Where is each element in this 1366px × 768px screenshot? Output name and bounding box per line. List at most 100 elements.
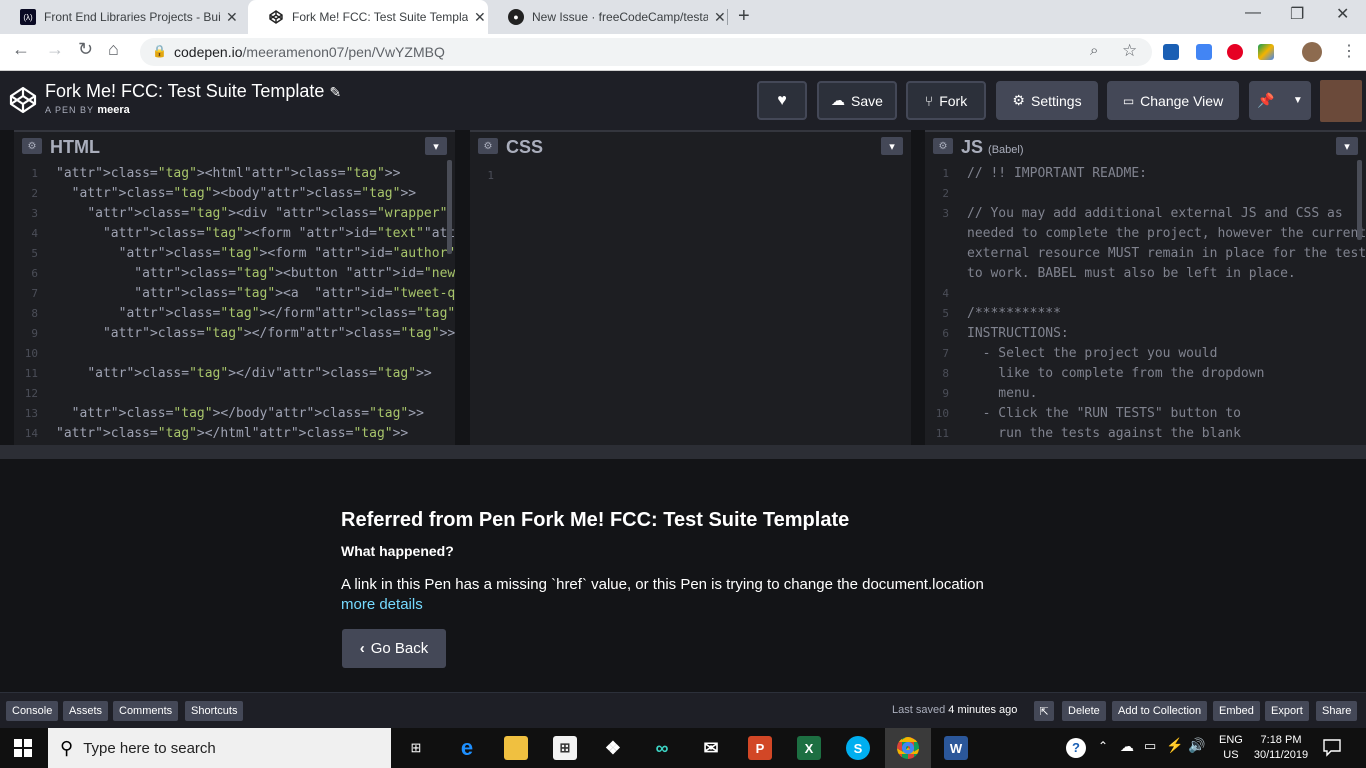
extension-translate-icon[interactable] — [1196, 44, 1212, 60]
google-drive-icon[interactable] — [1258, 44, 1274, 60]
codepen-logo[interactable] — [8, 85, 38, 115]
codepen-footer: Console Assets Comments Shortcuts Last s… — [0, 692, 1366, 728]
browser-tab-codepen[interactable]: Fork Me! FCC: Test Suite Templat ✕ — [248, 0, 488, 34]
browser-tab-github[interactable]: ● New Issue · freeCodeCamp/testal ✕ — [488, 0, 728, 34]
browser-tab-fcc[interactable]: (λ) Front End Libraries Projects - Buil … — [0, 0, 248, 34]
assets-button[interactable]: Assets — [63, 701, 109, 721]
go-back-button[interactable]: ‹ Go Back — [342, 629, 446, 668]
taskbar-search-box[interactable]: ⚲ Type here to search — [48, 728, 391, 768]
scrollbar[interactable] — [447, 160, 452, 254]
save-button[interactable]: ☁ Save — [817, 81, 897, 120]
close-tab-icon[interactable]: ✕ — [226, 9, 238, 26]
js-editor[interactable]: 1 // !! IMPORTANT README: 2 3 // You may add… — [925, 162, 1366, 445]
chrome-icon — [897, 737, 919, 759]
excel-icon[interactable]: X — [797, 736, 821, 760]
close-window-icon[interactable]: ✕ — [1336, 4, 1349, 24]
task-view-icon[interactable]: ⊞ — [404, 736, 428, 760]
chevron-up-icon[interactable]: ⌃ — [1098, 739, 1108, 753]
html-pane: ⚙ HTML ▾ 1 "attr">class="tag"><html"attr"… — [14, 130, 455, 445]
reload-icon[interactable]: ↻ — [78, 39, 93, 60]
mail-icon[interactable]: ✉ — [699, 736, 723, 760]
pinterest-icon[interactable] — [1227, 44, 1243, 60]
codepen-header: Fork Me! FCC: Test Suite Template ✎ A PE… — [0, 71, 1366, 130]
fork-button[interactable]: ⑂ Fork — [906, 81, 986, 120]
fcc-icon: (λ) — [20, 9, 36, 25]
line-number: 5 — [942, 307, 949, 320]
add-to-collection-button[interactable]: Add to Collection — [1112, 701, 1208, 721]
console-button[interactable]: Console — [6, 701, 59, 721]
scrollbar[interactable] — [1357, 160, 1362, 240]
network-icon[interactable]: ⚡ — [1166, 737, 1183, 754]
comments-button[interactable]: Comments — [113, 701, 179, 721]
home-icon[interactable]: ⌂ — [108, 39, 119, 60]
gear-icon[interactable]: ⚙ — [22, 138, 42, 154]
line-number: 4 — [31, 227, 38, 240]
chevron-down-icon[interactable]: ▾ — [425, 137, 447, 155]
battery-icon[interactable]: ▭ — [1144, 738, 1156, 754]
skype-icon[interactable]: S — [846, 736, 870, 760]
word-icon[interactable]: W — [944, 736, 968, 760]
codepen-icon — [268, 9, 284, 25]
file-explorer-icon[interactable] — [504, 736, 528, 760]
embed-button[interactable]: Embed — [1213, 701, 1260, 721]
line-number: 10 — [24, 347, 38, 360]
volume-icon[interactable]: 🔊 — [1188, 737, 1205, 754]
pin-icon: 📌 — [1257, 92, 1275, 108]
zoom-icon[interactable]: ⌕ — [1090, 42, 1098, 59]
browser-tab-strip: (λ) Front End Libraries Projects - Buil … — [0, 0, 1366, 34]
omnibox[interactable]: 🔒 codepen.io/meeramenon07/pen/VwYZMBQ ⌕ … — [140, 38, 1152, 66]
css-editor[interactable]: 1 — [470, 162, 911, 445]
store-icon[interactable]: ⊞ — [553, 736, 577, 760]
minimize-icon[interactable]: — — [1245, 4, 1261, 22]
pin-button[interactable]: 📌 ▼ — [1249, 81, 1311, 120]
bookmark-star-icon[interactable]: ☆ — [1122, 41, 1137, 61]
more-details-link[interactable]: more details — [341, 596, 423, 613]
code-line: "attr">class="tag"><a "attr">id="tweet-q… — [134, 286, 455, 301]
search-icon: ⚲ — [60, 737, 74, 758]
code-line: run the tests against the blank — [967, 426, 1241, 441]
clock[interactable]: 7:18 PM 30/11/2019 — [1250, 733, 1312, 763]
edit-pencil-icon[interactable]: ✎ — [329, 84, 341, 100]
code-line: to work. BABEL must also be left in plac… — [967, 266, 1296, 281]
close-tab-icon[interactable]: ✕ — [714, 9, 726, 26]
chrome-menu-icon[interactable]: ⋮ — [1341, 41, 1357, 61]
powerpoint-icon[interactable]: P — [748, 736, 772, 760]
windows-taskbar: ⚲ Type here to search ⊞ e ⊞ ❖ ∞ ✉ P X S … — [0, 728, 1366, 768]
dropbox-icon[interactable]: ❖ — [601, 736, 625, 760]
back-icon[interactable]: ← — [12, 39, 30, 60]
line-number: 1 — [31, 167, 38, 180]
gear-icon[interactable]: ⚙ — [933, 138, 953, 154]
heart-button[interactable]: ♥ — [757, 81, 807, 120]
maximize-icon[interactable]: ❐ — [1290, 4, 1304, 24]
share-button[interactable]: Share — [1316, 701, 1358, 721]
windows-start-icon[interactable] — [14, 739, 32, 757]
edge-icon[interactable]: e — [455, 735, 479, 760]
extension-photo-icon[interactable] — [1163, 44, 1179, 60]
code-line: "attr">class="tag"><button "attr">id="ne… — [134, 266, 455, 281]
notification-icon[interactable] — [1322, 737, 1342, 757]
chrome-taskbar-button[interactable] — [885, 728, 931, 768]
line-number: 11 — [24, 367, 38, 380]
change-view-button[interactable]: ▭ Change View — [1107, 81, 1239, 120]
chevron-down-icon[interactable]: ▾ — [881, 137, 903, 155]
onedrive-icon[interactable]: ☁ — [1120, 738, 1134, 755]
gear-icon[interactable]: ⚙ — [478, 138, 498, 154]
pen-title[interactable]: Fork Me! FCC: Test Suite Template ✎ — [45, 81, 341, 102]
input-language[interactable]: ENG US — [1219, 733, 1243, 763]
export-button[interactable]: Export — [1265, 701, 1309, 721]
chevron-down-icon[interactable]: ▾ — [1336, 137, 1358, 155]
delete-button[interactable]: Delete — [1062, 701, 1106, 721]
forward-icon[interactable]: → — [46, 39, 64, 60]
help-icon[interactable]: ? — [1066, 738, 1086, 758]
infinity-icon[interactable]: ∞ — [650, 736, 674, 760]
shortcuts-button[interactable]: Shortcuts — [185, 701, 244, 721]
settings-button[interactable]: ⚙ Settings — [996, 81, 1098, 120]
line-number: 8 — [31, 307, 38, 320]
new-tab-icon[interactable]: + — [738, 5, 750, 28]
html-editor[interactable]: 1 "attr">class="tag"><html"attr">class="t… — [14, 162, 455, 445]
pen-author[interactable]: meera — [97, 104, 129, 116]
close-tab-icon[interactable]: ✕ — [474, 9, 486, 26]
user-avatar[interactable] — [1320, 80, 1362, 122]
open-external-icon[interactable]: ⇱ — [1034, 701, 1054, 721]
profile-avatar[interactable] — [1302, 42, 1322, 62]
